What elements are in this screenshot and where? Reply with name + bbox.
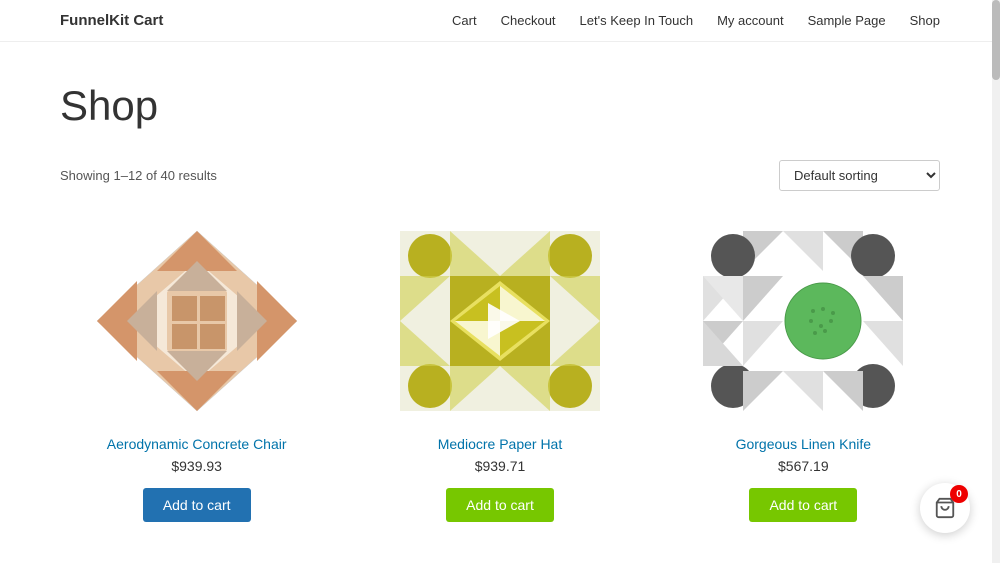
product-card: Aerodynamic Concrete Chair $939.93 Add t… <box>60 221 333 522</box>
site-title: FunnelKit Cart <box>60 12 163 29</box>
cart-bubble[interactable]: 0 <box>920 483 970 533</box>
add-to-cart-button-2[interactable]: Add to cart <box>446 488 554 522</box>
product-name-2[interactable]: Mediocre Paper Hat <box>438 436 563 452</box>
add-to-cart-button-1[interactable]: Add to cart <box>143 488 251 522</box>
add-to-cart-button-3[interactable]: Add to cart <box>749 488 857 522</box>
product-image-2 <box>390 221 610 421</box>
result-count: Showing 1–12 of 40 results <box>60 168 217 183</box>
shop-meta: Showing 1–12 of 40 results Default sorti… <box>60 160 940 191</box>
product-price-2: $939.71 <box>475 458 526 474</box>
cart-badge: 0 <box>950 485 968 503</box>
nav-checkout[interactable]: Checkout <box>501 13 556 28</box>
main-nav: Cart Checkout Let's Keep In Touch My acc… <box>452 13 940 28</box>
nav-keep-in-touch[interactable]: Let's Keep In Touch <box>580 13 694 28</box>
product-image-1 <box>87 221 307 421</box>
scrollbar-thumb[interactable] <box>992 0 1000 80</box>
product-name-3[interactable]: Gorgeous Linen Knife <box>736 436 871 452</box>
sort-select[interactable]: Default sorting Popularity Average ratin… <box>779 160 940 191</box>
site-header: FunnelKit Cart Cart Checkout Let's Keep … <box>0 0 1000 42</box>
products-grid: Aerodynamic Concrete Chair $939.93 Add t… <box>60 221 940 522</box>
product-card: Mediocre Paper Hat $939.71 Add to cart <box>363 221 636 522</box>
nav-cart[interactable]: Cart <box>452 13 477 28</box>
nav-shop[interactable]: Shop <box>910 13 940 28</box>
product-card: Gorgeous Linen Knife $567.19 Add to cart <box>667 221 940 522</box>
nav-my-account[interactable]: My account <box>717 13 783 28</box>
scrollbar-track <box>992 0 1000 563</box>
product-price-1: $939.93 <box>171 458 222 474</box>
product-image-3 <box>693 221 913 421</box>
page-title: Shop <box>60 82 940 130</box>
product-price-3: $567.19 <box>778 458 829 474</box>
main-content: Shop Showing 1–12 of 40 results Default … <box>0 42 1000 562</box>
product-name-1[interactable]: Aerodynamic Concrete Chair <box>107 436 287 452</box>
nav-sample-page[interactable]: Sample Page <box>808 13 886 28</box>
